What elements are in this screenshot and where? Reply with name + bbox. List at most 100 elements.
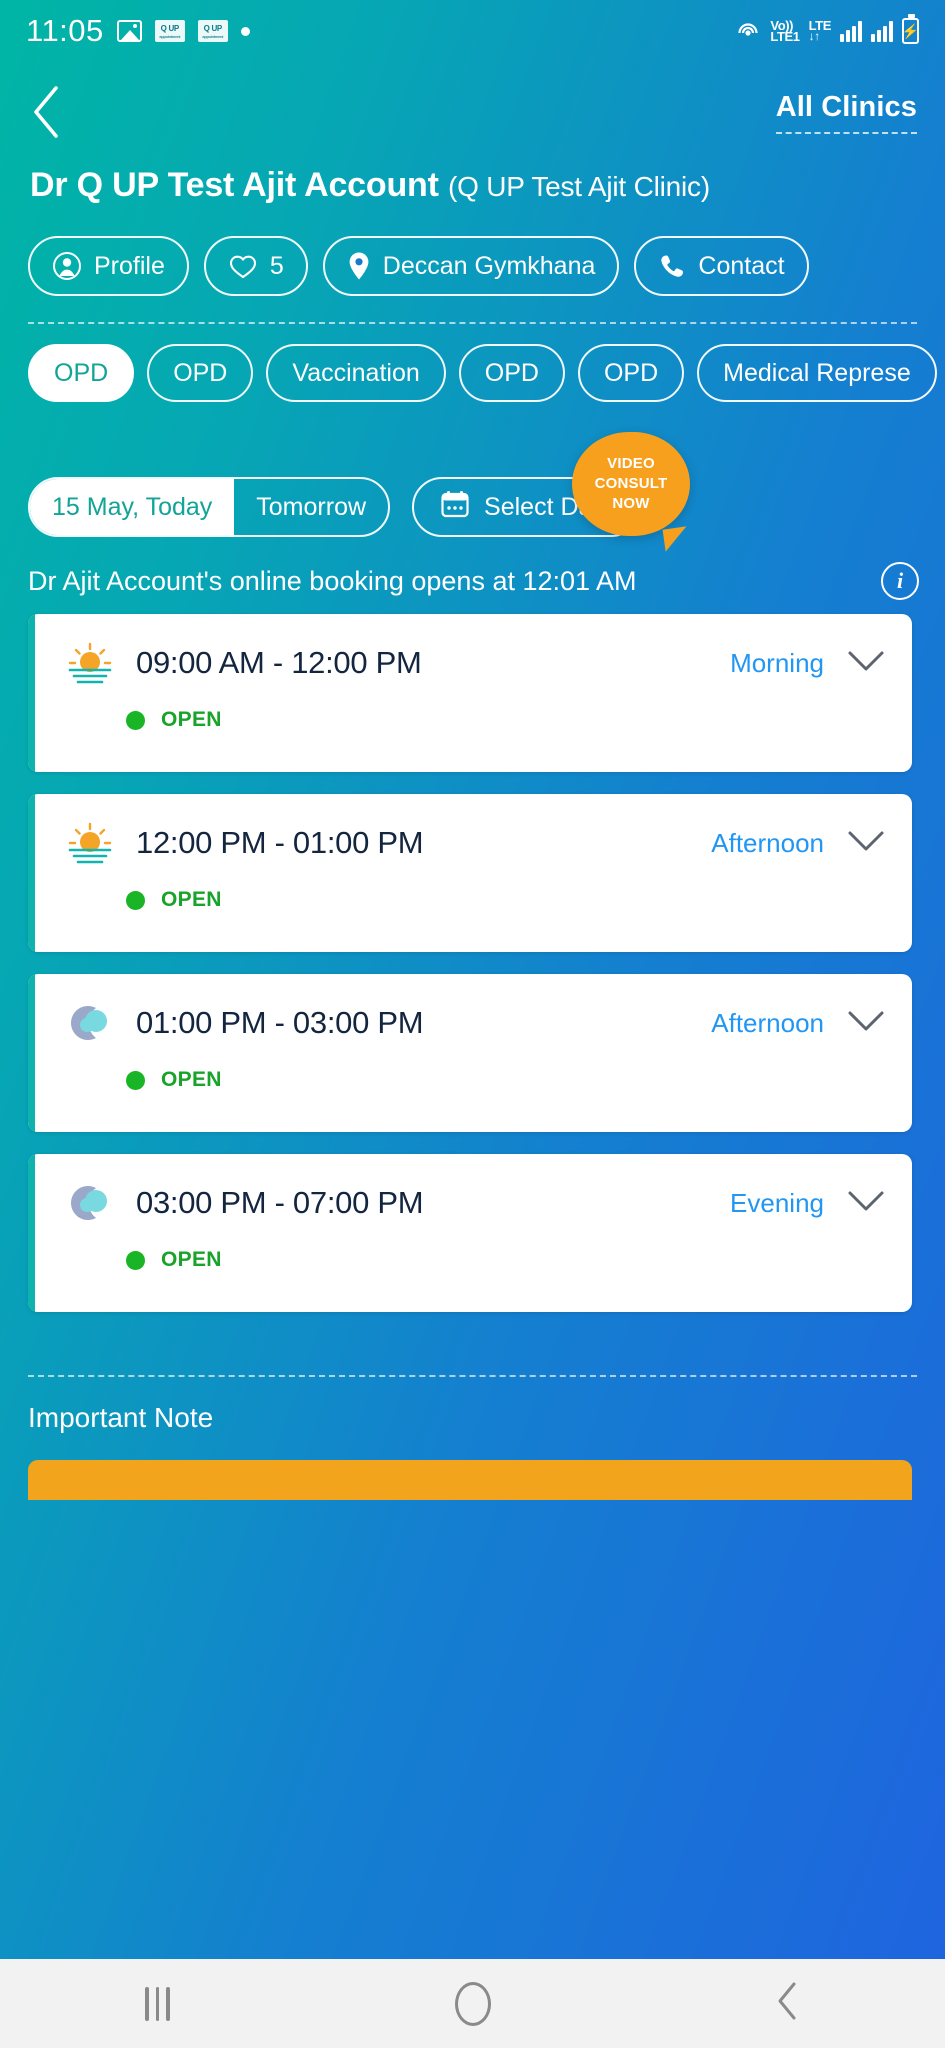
info-icon[interactable]: i bbox=[881, 562, 919, 600]
service-tab-opd-2[interactable]: OPD bbox=[147, 344, 254, 402]
all-clinics-link[interactable]: All Clinics bbox=[775, 91, 917, 134]
service-tab-opd-4[interactable]: OPD bbox=[577, 344, 685, 402]
status-bar: 11:05 Q UP appointment Q UP appointment Vo… bbox=[0, 0, 945, 62]
slot-status-label: OPEN bbox=[161, 1068, 222, 1091]
back-chevron-icon bbox=[34, 86, 58, 138]
video-consult-line-1: VIDEO bbox=[607, 455, 655, 472]
slot-status: OPEN bbox=[28, 1046, 912, 1092]
back-icon bbox=[775, 1980, 801, 2027]
contact-chip[interactable]: Contact bbox=[634, 236, 809, 296]
slot-card-header: 09:00 AM - 12:00 PM Morning bbox=[28, 614, 912, 686]
video-consult-line-2: CONSULT bbox=[594, 475, 668, 492]
chevron-down-icon[interactable] bbox=[846, 1188, 886, 1219]
qup-notification-icon: Q UP appointment bbox=[197, 20, 228, 42]
slot-card-header: 12:00 PM - 01:00 PM Afternoon bbox=[28, 794, 912, 866]
slot-period-label: Evening bbox=[730, 1187, 824, 1218]
slot-status-label: OPEN bbox=[161, 1248, 222, 1271]
sim-label: LTE1 bbox=[770, 29, 800, 44]
slot-status-label: OPEN bbox=[161, 888, 222, 911]
doctor-info-chips: Profile 5 Deccan Gymkhana Contact bbox=[28, 236, 945, 296]
status-bar-left: 11:05 Q UP appointment Q UP appointment bbox=[26, 13, 250, 49]
divider bbox=[28, 322, 917, 324]
data-arrows-icon: ↓↑ bbox=[808, 29, 821, 43]
divider bbox=[28, 1375, 917, 1377]
service-tab-medical-representative[interactable]: Medical Represe bbox=[697, 344, 937, 402]
video-consult-button[interactable]: VIDEO CONSULT NOW bbox=[572, 432, 690, 536]
doctor-name: Dr Q UP Test Ajit Account bbox=[30, 166, 439, 204]
slot-status: OPEN bbox=[28, 866, 912, 912]
back-button[interactable] bbox=[30, 82, 78, 142]
slot-time: 09:00 AM - 12:00 PM bbox=[136, 645, 422, 680]
status-dot-icon bbox=[126, 1250, 145, 1270]
clinic-name: (Q UP Test Ajit Clinic) bbox=[447, 171, 710, 202]
photo-icon bbox=[116, 20, 142, 42]
service-tab-opd-1[interactable]: OPD bbox=[28, 344, 135, 402]
slot-card[interactable]: 12:00 PM - 01:00 PM Afternoon OPEN bbox=[28, 794, 912, 952]
moon-cloud-icon bbox=[62, 1180, 118, 1226]
app-screen: 11:05 Q UP appointment Q UP appointment Vo… bbox=[0, 0, 945, 2048]
important-note-title: Important Note bbox=[28, 1402, 214, 1433]
slot-time: 03:00 PM - 07:00 PM bbox=[136, 1185, 424, 1220]
slot-card-list: 09:00 AM - 12:00 PM Morning OPEN 12:00 P… bbox=[28, 614, 912, 1334]
status-clock: 11:05 bbox=[26, 13, 104, 48]
booking-notice: Dr Ajit Account's online booking opens a… bbox=[28, 562, 919, 600]
slot-card-actions: Afternoon bbox=[711, 828, 886, 859]
location-chip[interactable]: Deccan Gymkhana bbox=[322, 236, 620, 296]
likes-chip[interactable]: 5 bbox=[203, 236, 308, 296]
nav-back-button[interactable] bbox=[728, 1974, 848, 2034]
profile-chip-label: Profile bbox=[94, 251, 165, 280]
service-tab-vaccination[interactable]: Vaccination bbox=[266, 344, 446, 402]
page-title: Dr Q UP Test Ajit Account (Q UP Test Aji… bbox=[30, 166, 925, 205]
slot-card-actions: Morning bbox=[730, 648, 886, 679]
chevron-down-icon[interactable] bbox=[846, 828, 886, 859]
volte-icon: Vo)) LTE1 bbox=[770, 19, 800, 44]
date-selector: 15 May, Today Tomorrow Select Date bbox=[28, 477, 642, 537]
heart-icon bbox=[228, 253, 258, 280]
date-segment-today[interactable]: 15 May, Today bbox=[30, 479, 235, 535]
slot-card[interactable]: 03:00 PM - 07:00 PM Evening OPEN bbox=[28, 1154, 912, 1312]
slot-card-actions: Evening bbox=[730, 1188, 886, 1219]
date-segmented-control: 15 May, Today Tomorrow bbox=[28, 477, 391, 537]
contact-chip-label: Contact bbox=[698, 251, 785, 280]
lte-icon: LTE ↓↑ bbox=[808, 19, 832, 43]
likes-count: 5 bbox=[269, 251, 284, 280]
person-icon bbox=[52, 251, 82, 281]
moon-cloud-icon bbox=[62, 1000, 118, 1046]
android-nav-bar bbox=[0, 1959, 945, 2048]
slot-period-label: Afternoon bbox=[711, 827, 824, 858]
calendar-icon bbox=[440, 489, 470, 526]
battery-charging-icon: ⚡ bbox=[902, 14, 919, 44]
slot-status: OPEN bbox=[28, 1226, 912, 1272]
recents-button[interactable] bbox=[98, 1974, 218, 2034]
slot-card[interactable]: 09:00 AM - 12:00 PM Morning OPEN bbox=[28, 614, 912, 772]
signal-bars-icon bbox=[840, 20, 862, 42]
booking-notice-text: Dr Ajit Account's online booking opens a… bbox=[28, 565, 637, 596]
video-consult-line-3: NOW bbox=[612, 495, 650, 512]
service-tab-opd-3[interactable]: OPD bbox=[458, 344, 565, 402]
top-nav: All Clinics bbox=[0, 62, 945, 162]
sunrise-icon bbox=[62, 820, 118, 866]
signal-bars-icon bbox=[871, 20, 893, 42]
profile-chip[interactable]: Profile bbox=[28, 236, 189, 296]
date-segment-tomorrow[interactable]: Tomorrow bbox=[234, 479, 388, 535]
slot-card[interactable]: 01:00 PM - 03:00 PM Afternoon OPEN bbox=[28, 974, 912, 1132]
slot-period-label: Morning bbox=[730, 647, 824, 678]
slot-card-header: 01:00 PM - 03:00 PM Afternoon bbox=[28, 974, 912, 1046]
status-bar-right: Vo)) LTE1 LTE ↓↑ ⚡ bbox=[735, 14, 919, 44]
slot-status-label: OPEN bbox=[161, 708, 222, 731]
important-note-banner[interactable] bbox=[28, 1460, 912, 1500]
location-pin-icon bbox=[347, 251, 371, 281]
service-tabs: OPD OPD Vaccination OPD OPD Medical Repr… bbox=[28, 344, 945, 402]
recents-icon bbox=[145, 1986, 170, 2021]
slot-card-actions: Afternoon bbox=[711, 1008, 886, 1039]
slot-time: 01:00 PM - 03:00 PM bbox=[136, 1005, 424, 1040]
chevron-down-icon[interactable] bbox=[846, 1008, 886, 1039]
home-button[interactable] bbox=[413, 1974, 533, 2034]
chevron-down-icon[interactable] bbox=[846, 648, 886, 679]
status-dot-icon bbox=[126, 890, 145, 910]
dot-icon bbox=[240, 26, 250, 36]
location-chip-label: Deccan Gymkhana bbox=[382, 251, 596, 280]
qup-notification-icon: Q UP appointment bbox=[154, 20, 185, 42]
cast-icon bbox=[735, 18, 761, 44]
slot-time: 12:00 PM - 01:00 PM bbox=[136, 825, 424, 860]
